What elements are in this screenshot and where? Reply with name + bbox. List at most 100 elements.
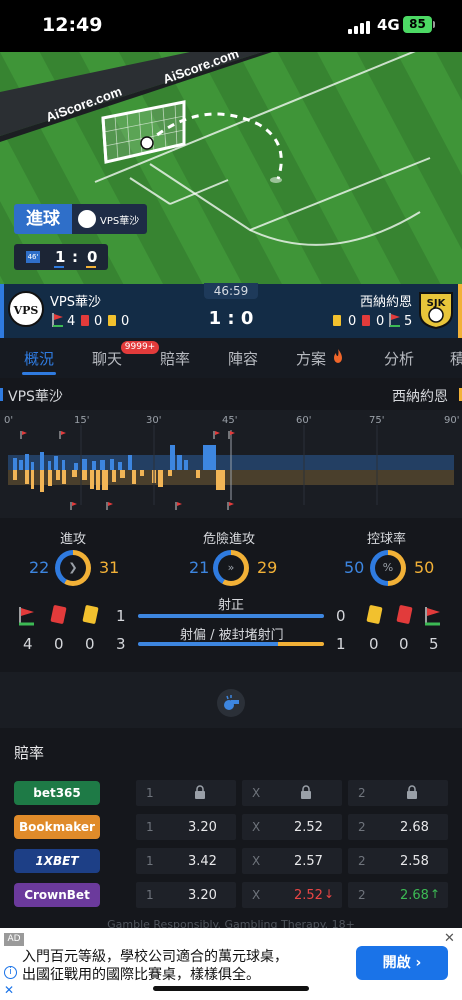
chevron-right-icon: ❯ — [60, 555, 86, 581]
mini-home-score: 1 — [55, 248, 66, 266]
home-red-cards: 0 — [94, 314, 103, 329]
attack-away: 31 — [99, 558, 120, 577]
signal-icon — [348, 21, 370, 34]
away-corners: 5 — [404, 314, 413, 329]
odds-away-value: 2.58 — [400, 854, 429, 869]
odds-away-value: 2.68 — [400, 820, 429, 835]
team-logo-icon — [78, 210, 96, 228]
away-yellow-stat: 0 — [369, 635, 379, 653]
info-icon[interactable]: i — [4, 966, 17, 979]
odds-draw-value: 2.57 — [294, 854, 323, 869]
away-logo-text: SJK — [427, 298, 447, 309]
timeline-away-name: 西納約恩 — [392, 389, 448, 405]
mini-home-underline — [54, 266, 64, 268]
away-label: 2 — [358, 854, 366, 868]
away-label: 2 — [358, 786, 366, 800]
chat-count-badge: 9999+ — [121, 341, 159, 354]
whistle-button[interactable] — [217, 689, 245, 717]
yellow-card-icon — [333, 315, 341, 326]
mini-sep: : — [72, 248, 78, 266]
attack-ring: ❯ — [55, 550, 91, 586]
dangerous-attack-label: 危險進攻 — [203, 532, 256, 547]
odds-home-value: 3.42 — [188, 854, 217, 869]
away-label: 2 — [358, 820, 366, 834]
away-color-strip — [458, 284, 462, 338]
shots-on-away: 0 — [336, 607, 346, 625]
ad-cta-label: 開啟 — [382, 955, 411, 971]
close-icon[interactable]: ✕ — [444, 931, 455, 946]
mini-away-underline — [86, 266, 96, 268]
goal-team-name: VPS華沙 — [100, 216, 140, 227]
match-clock: 46:59 — [204, 283, 258, 299]
ad-open-button[interactable]: 開啟 › — [356, 946, 448, 980]
shots-on-home: 1 — [116, 607, 126, 625]
away-red-stat: 0 — [399, 635, 409, 653]
bookmaker-crownbet[interactable]: CrownBet — [14, 883, 100, 907]
tab-overview[interactable]: 概況 — [24, 348, 54, 369]
shots-on-bar — [138, 614, 324, 618]
shots-off-bar — [138, 642, 324, 646]
home-team-logo[interactable]: VPS — [8, 291, 44, 327]
corner-flag-icon — [19, 607, 34, 626]
arrow-up-icon: ↑ — [430, 887, 441, 901]
away-team-name[interactable]: 西納約恩 — [360, 291, 412, 310]
lock-icon — [406, 784, 418, 803]
bookmaker-1xbet[interactable]: 1XBET — [14, 849, 100, 873]
tab-plans[interactable]: 方案 — [296, 348, 326, 369]
home-label: 1 — [146, 786, 154, 800]
home-yellow-cards: 0 — [121, 314, 130, 329]
shots-off-away: 1 — [336, 635, 346, 653]
corner-flag-icon — [425, 607, 440, 626]
home-event-markers — [20, 431, 235, 439]
shots-on-label: 射正 — [218, 598, 245, 613]
dangerous-home: 21 — [189, 558, 210, 577]
possession-label: 控球率 — [367, 532, 407, 547]
tab-analysis[interactable]: 分析 — [384, 348, 414, 369]
odds-away-value: 2.68 — [400, 888, 429, 903]
battery-tip — [433, 21, 435, 28]
dangerous-away: 29 — [257, 558, 278, 577]
home-color-strip — [0, 284, 4, 338]
home-team-name[interactable]: VPS華沙 — [50, 291, 101, 310]
red-card-icon — [362, 315, 370, 326]
bookmaker-bookmaker[interactable]: Bookmaker — [14, 815, 100, 839]
tab-chat[interactable]: 聊天 — [92, 348, 122, 369]
battery-icon: 85 — [403, 16, 432, 33]
dangerous-ring: » — [213, 550, 249, 586]
lock-icon — [194, 784, 206, 803]
home-indicator[interactable] — [153, 986, 309, 991]
tab-odds[interactable]: 賠率 — [160, 348, 190, 369]
home-corners-stat: 4 — [23, 635, 33, 653]
possession-home: 50 — [344, 558, 365, 577]
draw-label: X — [252, 786, 261, 800]
away-team-logo[interactable]: SJK — [418, 291, 454, 330]
home-label: 1 — [146, 854, 154, 868]
goal-event-badge: 進球 — [14, 204, 72, 234]
home-label: 1 — [146, 888, 154, 902]
tab-lineup[interactable]: 陣容 — [228, 348, 258, 369]
ad-text-line2: 出國征戰用的國際比賽桌，樣樣俱全。 — [22, 967, 260, 983]
bookmaker-bet365[interactable]: bet365 — [14, 781, 100, 805]
away-yellow-cards: 0 — [348, 314, 357, 329]
home-corners: 4 — [67, 314, 76, 329]
status-time: 12:49 — [42, 14, 103, 36]
fire-icon — [334, 349, 342, 363]
odds-home-value: 3.20 — [188, 820, 217, 835]
ad-tag: AD — [4, 933, 24, 946]
main-score: 1 : 0 — [208, 308, 254, 329]
tab-standings[interactable]: 積 — [450, 348, 462, 369]
lock-icon — [300, 784, 312, 803]
away-red-cards: 0 — [376, 314, 385, 329]
tab-active-indicator — [22, 372, 56, 375]
svg-text:VPS: VPS — [13, 304, 39, 317]
red-card-icon — [81, 315, 89, 326]
possession-ring: % — [370, 550, 406, 586]
close-x-icon[interactable]: ✕ — [4, 983, 14, 997]
ad-text-line1: 入門百元等級，學校公司適合的萬元球桌， — [22, 949, 288, 965]
timeline-home-name: VPS華沙 — [8, 389, 63, 405]
arrow-down-icon: ↓ — [324, 887, 335, 901]
home-marker — [0, 388, 3, 401]
draw-label: X — [252, 854, 261, 868]
mini-minute: 46' — [26, 251, 40, 263]
whistle-icon — [224, 695, 239, 710]
